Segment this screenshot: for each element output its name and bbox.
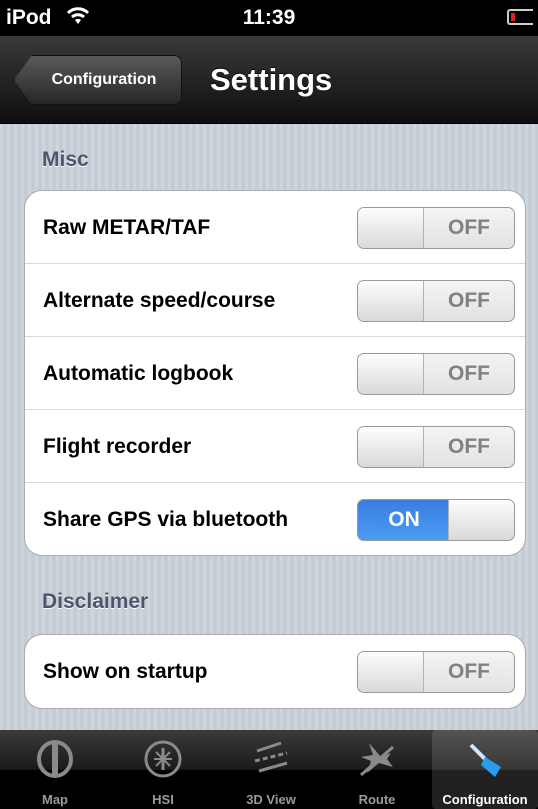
misc-group: Raw METAR/TAF OFF Alternate speed/course… [24, 190, 526, 556]
toggle-knob [358, 427, 424, 467]
toggle-state: ON [388, 508, 420, 531]
status-bar: iPod 11:39 [0, 0, 538, 36]
setting-row-raw-metar: Raw METAR/TAF OFF [25, 191, 525, 264]
route-icon [360, 743, 394, 777]
section-header-disclaimer: Disclaimer [42, 590, 149, 613]
toggle-knob [358, 208, 424, 248]
3d-view-icon [254, 741, 288, 773]
toggle-state: OFF [448, 435, 490, 458]
flight-recorder-toggle[interactable]: OFF [357, 426, 515, 468]
toggle-knob [358, 281, 424, 321]
setting-row-flight-recorder: Flight recorder OFF [25, 410, 525, 483]
toggle-knob [358, 354, 424, 394]
tab-configuration[interactable]: Configuration [432, 730, 538, 809]
tab-label: Configuration [442, 792, 528, 807]
battery-icon [507, 9, 533, 25]
setting-label: Flight recorder [43, 435, 192, 458]
page-title: Settings [210, 62, 333, 97]
section-header-misc: Misc [42, 148, 89, 171]
share-gps-toggle[interactable]: ON [357, 499, 515, 541]
status-time: 11:39 [242, 6, 296, 29]
toggle-state: OFF [448, 660, 490, 683]
setting-label: Raw METAR/TAF [43, 216, 211, 239]
setting-label: Alternate speed/course [43, 289, 276, 312]
setting-row-alternate-speed: Alternate speed/course OFF [25, 264, 525, 337]
setting-row-show-on-startup: Show on startup OFF [25, 635, 525, 708]
tab-label: HSI [152, 792, 174, 807]
setting-row-automatic-logbook: Automatic logbook OFF [25, 337, 525, 410]
tab-map[interactable]: Map [2, 730, 108, 809]
tab-hsi[interactable]: HSI [110, 730, 216, 809]
show-on-startup-toggle[interactable]: OFF [357, 651, 515, 693]
settings-content[interactable]: Misc Raw METAR/TAF OFF Alternate speed/c… [0, 124, 538, 730]
back-button[interactable]: Configuration [14, 55, 182, 105]
map-icon [37, 740, 73, 778]
toggle-knob [358, 652, 424, 692]
automatic-logbook-toggle[interactable]: OFF [357, 353, 515, 395]
setting-label: Show on startup [43, 660, 208, 683]
alternate-speed-toggle[interactable]: OFF [357, 280, 515, 322]
tab-3d-view[interactable]: 3D View [218, 730, 324, 809]
navigation-bar: Configuration Settings [0, 36, 538, 124]
toggle-state: OFF [448, 362, 490, 385]
configuration-icon [469, 743, 501, 777]
disclaimer-group: Show on startup OFF [24, 634, 526, 709]
toggle-knob [448, 500, 514, 540]
tab-label: 3D View [246, 792, 296, 807]
setting-label: Automatic logbook [43, 362, 234, 385]
hsi-icon [144, 740, 182, 778]
setting-row-share-gps: Share GPS via bluetooth ON [25, 483, 525, 555]
toggle-state: OFF [448, 216, 490, 239]
tab-label: Route [358, 792, 396, 807]
tab-label: Map [42, 792, 68, 807]
setting-label: Share GPS via bluetooth [43, 508, 289, 531]
tab-route[interactable]: Route [324, 730, 430, 809]
raw-metar-toggle[interactable]: OFF [357, 207, 515, 249]
toggle-state: OFF [448, 289, 490, 312]
tab-bar: Map HSI 3D View Route Configuration [0, 730, 538, 809]
